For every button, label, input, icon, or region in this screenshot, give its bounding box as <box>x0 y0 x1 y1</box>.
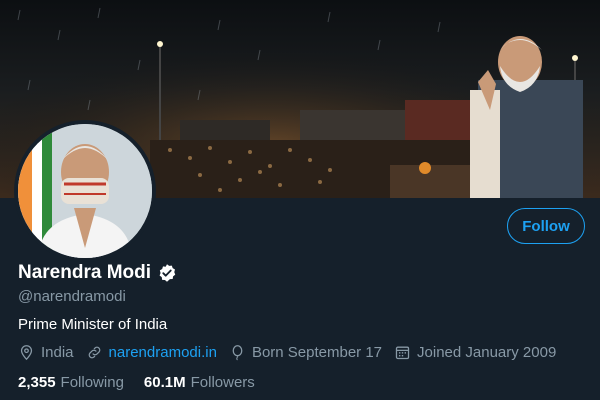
follow-button[interactable]: Follow <box>507 208 585 244</box>
profile-handle: @narendramodi <box>18 288 126 305</box>
website-link[interactable]: narendramodi.in <box>109 344 217 361</box>
following-stat[interactable]: 2,355 Following <box>18 374 124 391</box>
birthday-item: Born September 17 <box>229 344 382 361</box>
display-name: Narendra Modi <box>18 262 152 283</box>
website-item[interactable]: narendramodi.in <box>86 344 217 361</box>
link-icon <box>88 346 100 359</box>
profile-bio: Prime Minister of India <box>18 316 168 333</box>
followers-count[interactable]: 60.1M <box>144 374 186 391</box>
location-pin-icon <box>20 345 33 361</box>
name-row: Narendra Modi <box>18 262 177 284</box>
followers-label[interactable]: Followers <box>191 374 255 391</box>
profile-stats: 2,355 Following 60.1M Followers <box>18 374 255 391</box>
balloon-icon <box>232 345 243 361</box>
birthday-text: Born September 17 <box>251 344 383 361</box>
following-label[interactable]: Following <box>61 374 124 391</box>
joined-item: Joined January 2009 <box>394 344 556 361</box>
avatar-frame[interactable] <box>14 120 156 262</box>
verified-badge-icon <box>157 263 177 283</box>
avatar[interactable] <box>18 124 152 258</box>
profile-meta: India narendramodi.in Born September 17 … <box>18 344 556 361</box>
joined-text: Joined January 2009 <box>417 344 557 361</box>
avatar-photo <box>18 124 152 258</box>
location-text: India <box>41 344 74 361</box>
followers-stat[interactable]: 60.1M Followers <box>144 374 255 391</box>
following-count[interactable]: 2,355 <box>18 374 56 391</box>
location-item: India <box>18 344 74 361</box>
calendar-icon <box>395 346 410 360</box>
